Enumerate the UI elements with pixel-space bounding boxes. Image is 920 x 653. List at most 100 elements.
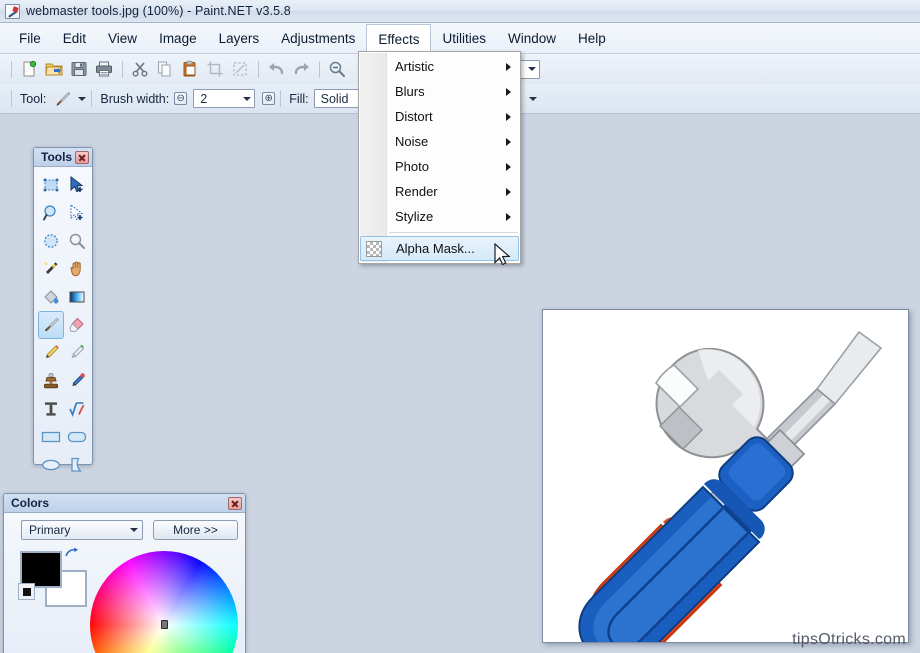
tool-label: Tool: bbox=[20, 92, 46, 106]
chevron-down-icon bbox=[130, 528, 138, 532]
close-icon[interactable] bbox=[75, 151, 89, 164]
recolor-tool[interactable] bbox=[64, 367, 90, 395]
color-mode-value: Primary bbox=[29, 523, 70, 537]
toolbar-divider bbox=[258, 61, 259, 78]
printer-icon[interactable] bbox=[92, 58, 116, 81]
magic-wand-tool[interactable] bbox=[38, 255, 64, 283]
gradient-tool[interactable] bbox=[64, 283, 90, 311]
menu-adjustments[interactable]: Adjustments bbox=[270, 23, 366, 53]
blue-screwdriver bbox=[579, 437, 792, 642]
effects-dropdown-menu: Artistic Blurs Distort Noise Photo Rende… bbox=[358, 51, 521, 264]
paint-bucket-tool[interactable] bbox=[38, 283, 64, 311]
brush-width-input[interactable]: 2 bbox=[193, 89, 255, 108]
menu-item-artistic[interactable]: Artistic bbox=[359, 54, 520, 79]
deselect-icon[interactable] bbox=[228, 58, 252, 81]
tools-grid bbox=[38, 171, 90, 479]
toolbar-overflow-arrow-icon[interactable] bbox=[529, 97, 537, 101]
color-wheel[interactable] bbox=[90, 551, 238, 653]
menu-item-label: Artistic bbox=[395, 59, 434, 74]
submenu-arrow-icon bbox=[506, 213, 511, 221]
toolbar-divider bbox=[91, 90, 92, 107]
menu-edit[interactable]: Edit bbox=[52, 23, 97, 53]
toolbar-divider bbox=[11, 61, 12, 78]
paintbrush-icon[interactable] bbox=[51, 87, 75, 110]
menu-item-label: Stylize bbox=[395, 209, 433, 224]
menu-item-stylize[interactable]: Stylize bbox=[359, 204, 520, 229]
site-watermark: tipsOtricks.com bbox=[792, 631, 906, 649]
menu-item-render[interactable]: Render bbox=[359, 179, 520, 204]
menu-layers[interactable]: Layers bbox=[208, 23, 271, 53]
toolbar-divider bbox=[11, 90, 12, 107]
menu-item-label: Photo bbox=[395, 159, 429, 174]
more-colors-button[interactable]: More >> bbox=[153, 520, 238, 540]
menu-item-photo[interactable]: Photo bbox=[359, 154, 520, 179]
submenu-arrow-icon bbox=[506, 63, 511, 71]
tools-palette-titlebar[interactable]: Tools bbox=[34, 148, 92, 167]
freeform-shape-tool[interactable] bbox=[64, 451, 90, 479]
rectangle-shape-tool[interactable] bbox=[38, 423, 64, 451]
line-curve-tool[interactable] bbox=[64, 395, 90, 423]
menu-item-label: Noise bbox=[395, 134, 428, 149]
menu-help[interactable]: Help bbox=[567, 23, 617, 53]
tools-palette-title: Tools bbox=[41, 150, 72, 164]
brush-width-decrement-button[interactable]: ⊖ bbox=[174, 92, 187, 105]
clipboard-icon[interactable] bbox=[178, 58, 202, 81]
menu-window[interactable]: Window bbox=[497, 23, 567, 53]
image-canvas[interactable] bbox=[542, 309, 909, 643]
floppy-disk-icon[interactable] bbox=[67, 58, 91, 81]
move-selected-tool[interactable] bbox=[64, 171, 90, 199]
menu-item-blurs[interactable]: Blurs bbox=[359, 79, 520, 104]
paintnet-icon bbox=[5, 4, 20, 19]
menu-separator bbox=[389, 232, 518, 233]
fill-value: Solid bbox=[321, 92, 349, 106]
magnifier-minus-icon[interactable] bbox=[325, 58, 349, 81]
clone-stamp-tool[interactable] bbox=[38, 367, 64, 395]
crop-icon[interactable] bbox=[203, 58, 227, 81]
redo-arrow-icon[interactable] bbox=[289, 58, 313, 81]
menu-item-label: Alpha Mask... bbox=[396, 241, 475, 256]
zoom-tool[interactable] bbox=[64, 227, 90, 255]
menu-effects[interactable]: Effects bbox=[366, 24, 431, 53]
rectangle-select-tool[interactable] bbox=[38, 171, 64, 199]
tool-dropdown-arrow-icon[interactable] bbox=[78, 97, 86, 101]
text-tool[interactable] bbox=[38, 395, 64, 423]
rounded-rectangle-tool[interactable] bbox=[64, 423, 90, 451]
mouse-cursor bbox=[494, 243, 512, 274]
menu-item-label: Render bbox=[395, 184, 438, 199]
submenu-arrow-icon bbox=[506, 138, 511, 146]
canvas-artwork bbox=[543, 310, 908, 642]
swap-colors-icon[interactable] bbox=[64, 546, 80, 567]
scissors-icon[interactable] bbox=[128, 58, 152, 81]
close-icon[interactable] bbox=[228, 497, 242, 510]
toolbar-divider bbox=[319, 61, 320, 78]
eraser-tool[interactable] bbox=[64, 311, 90, 339]
new-document-icon[interactable] bbox=[17, 58, 41, 81]
pencil-tool[interactable] bbox=[38, 339, 64, 367]
undo-arrow-icon[interactable] bbox=[264, 58, 288, 81]
color-picker-tool[interactable] bbox=[64, 339, 90, 367]
menu-item-noise[interactable]: Noise bbox=[359, 129, 520, 154]
colors-palette-titlebar[interactable]: Colors bbox=[4, 494, 245, 513]
open-folder-icon[interactable] bbox=[42, 58, 66, 81]
toolbar-divider bbox=[122, 61, 123, 78]
brush-width-increment-button[interactable]: ⊕ bbox=[262, 92, 275, 105]
color-mode-dropdown[interactable]: Primary bbox=[21, 520, 143, 540]
color-wheel-marker bbox=[161, 620, 168, 629]
menu-image[interactable]: Image bbox=[148, 23, 208, 53]
ellipse-shape-tool[interactable] bbox=[38, 451, 64, 479]
brush-width-label: Brush width: bbox=[100, 92, 169, 106]
menu-file[interactable]: File bbox=[8, 23, 52, 53]
pan-tool[interactable] bbox=[64, 255, 90, 283]
reset-colors-button[interactable] bbox=[18, 583, 35, 600]
menu-utilities[interactable]: Utilities bbox=[431, 23, 497, 53]
paintbrush-tool[interactable] bbox=[38, 311, 64, 339]
copy-pages-icon[interactable] bbox=[153, 58, 177, 81]
menu-item-distort[interactable]: Distort bbox=[359, 104, 520, 129]
menu-view[interactable]: View bbox=[97, 23, 148, 53]
submenu-arrow-icon bbox=[506, 163, 511, 171]
lasso-select-tool[interactable] bbox=[38, 199, 64, 227]
fill-label: Fill: bbox=[289, 92, 308, 106]
wrench bbox=[655, 349, 804, 474]
move-selection-tool[interactable] bbox=[64, 199, 90, 227]
ellipse-select-tool[interactable] bbox=[38, 227, 64, 255]
